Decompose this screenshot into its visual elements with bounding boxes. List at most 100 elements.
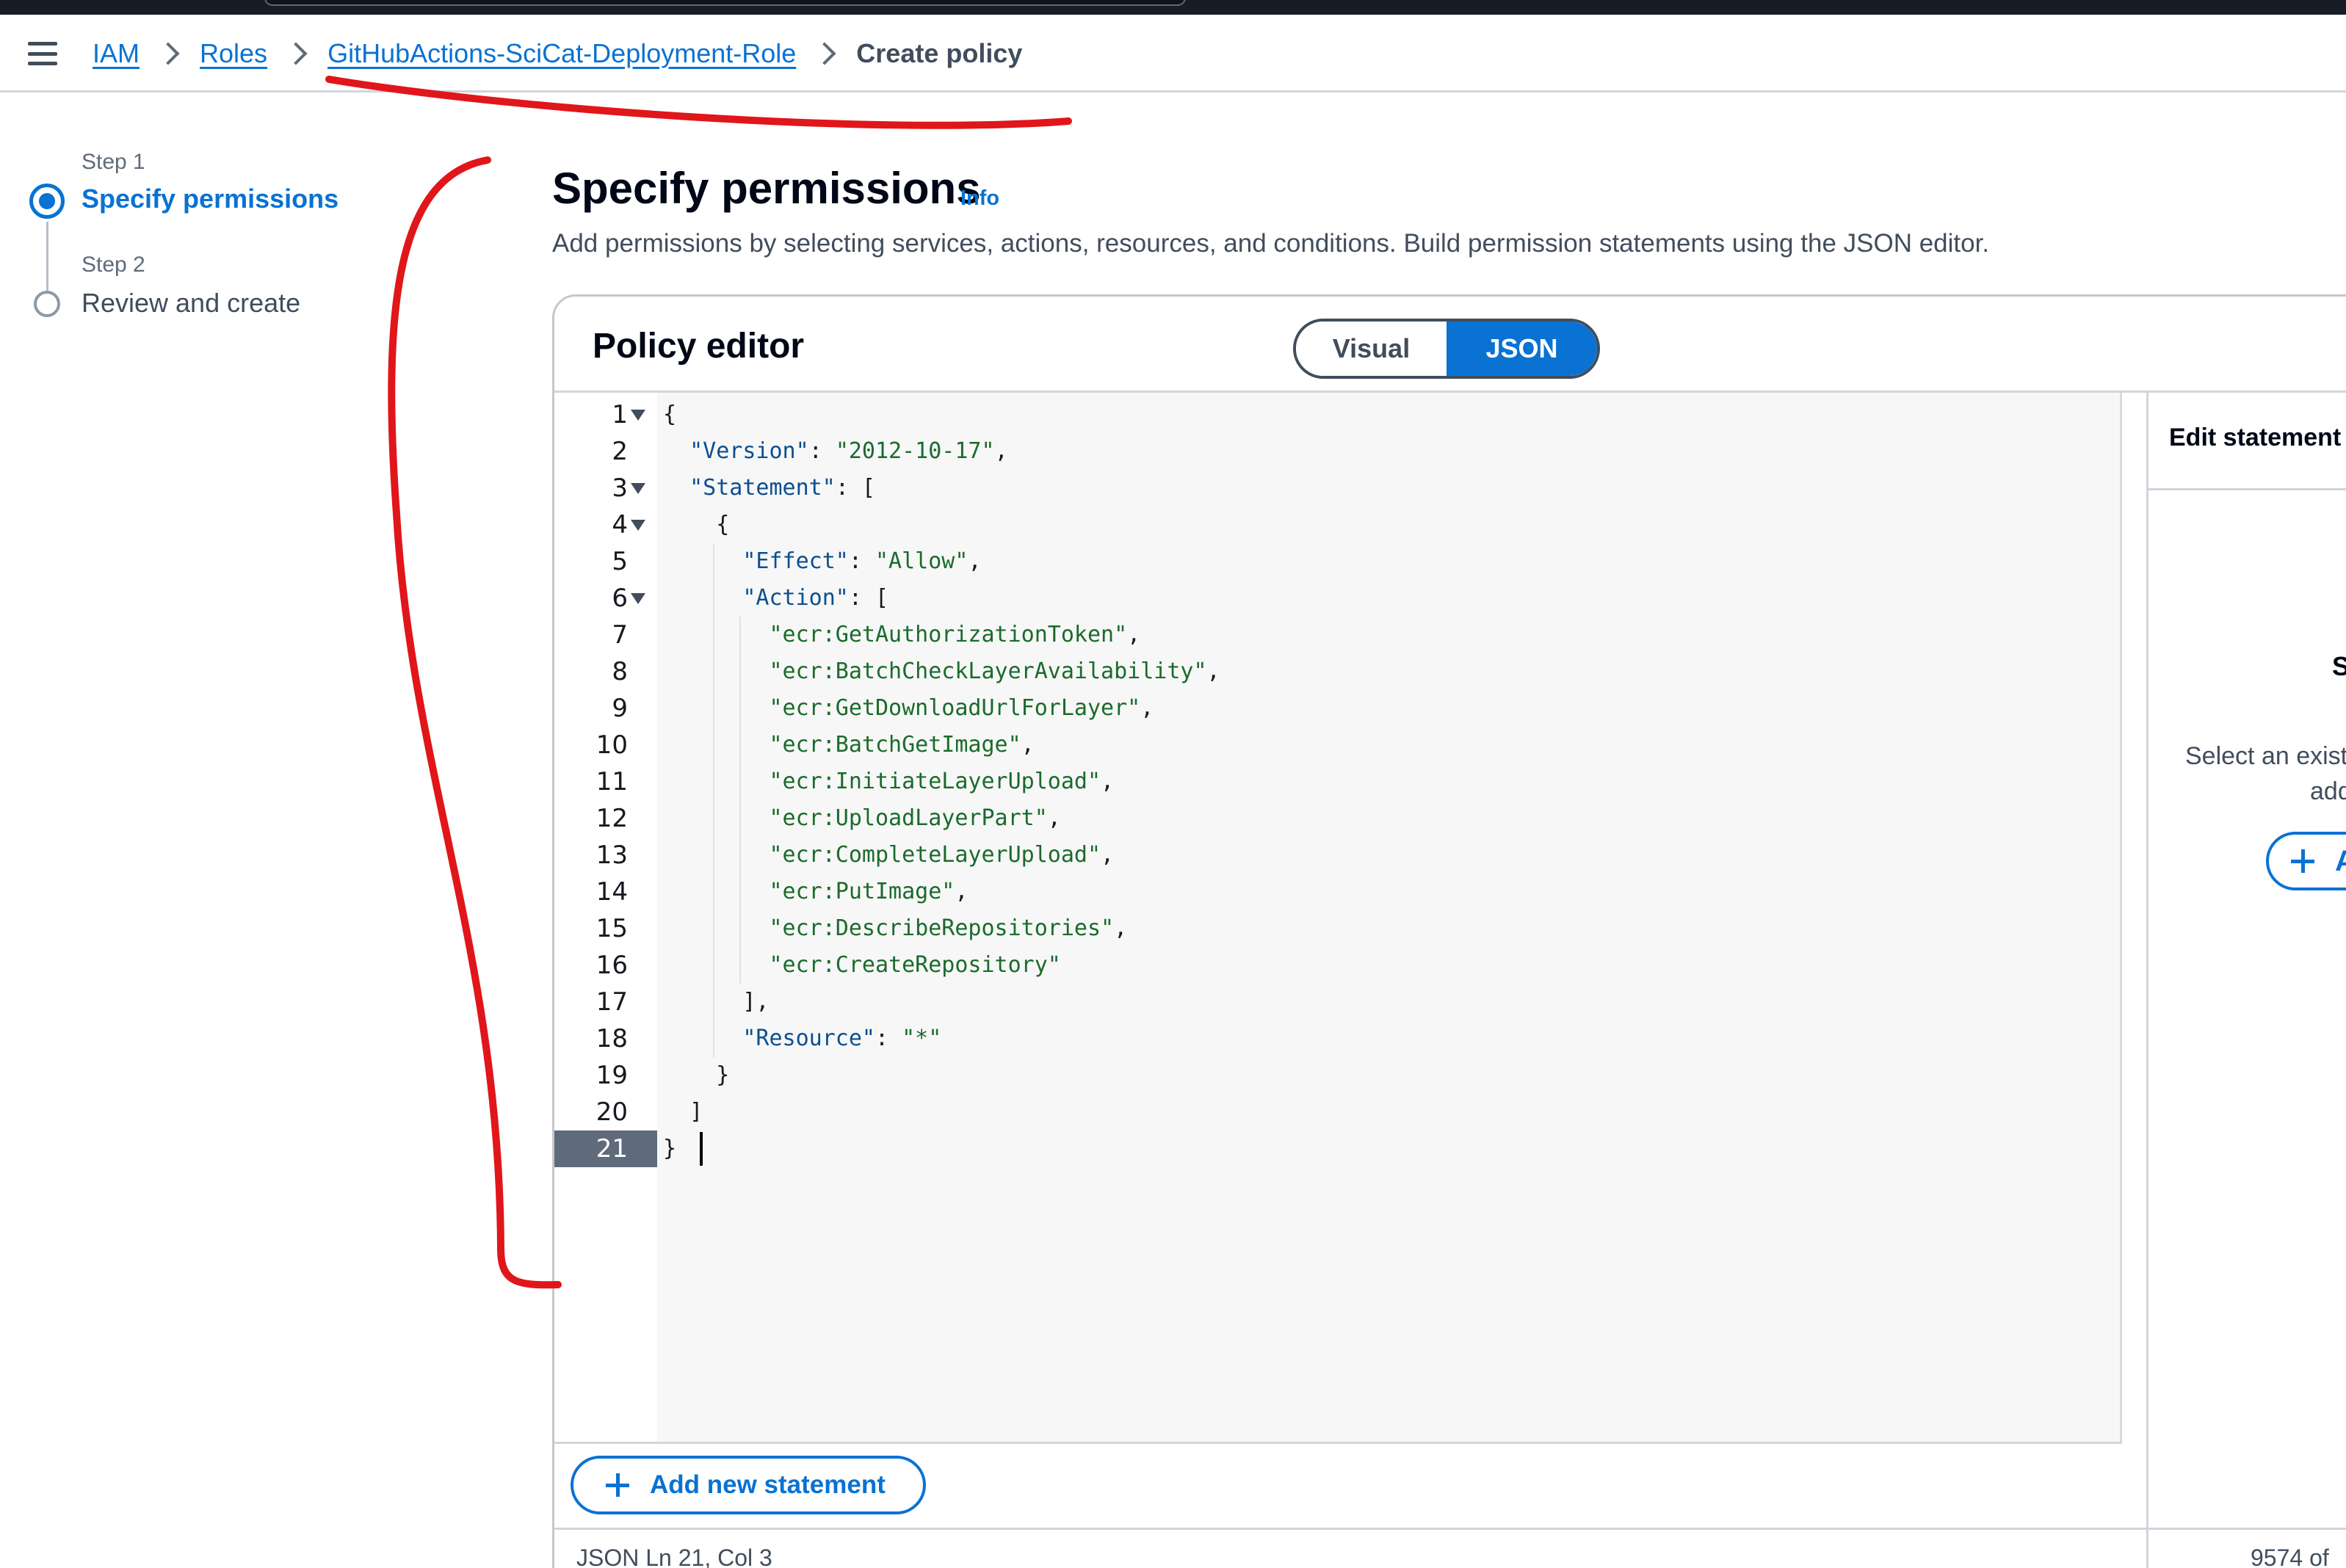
- chevron-right-icon: [156, 42, 180, 65]
- menu-icon[interactable]: [28, 42, 57, 65]
- editor-status: JSON Ln 21, Col 3: [576, 1545, 772, 1568]
- code-line: 20 ]: [554, 1094, 2118, 1130]
- indent-guide: [713, 543, 714, 1057]
- code-text: "ecr:GetAuthorizationToken",: [769, 622, 1141, 647]
- code-text: ],: [663, 989, 770, 1015]
- step-connector: [46, 222, 48, 292]
- divider: [2148, 488, 2346, 490]
- code-line: 6 "Action": [: [554, 580, 2118, 617]
- code-line: 7 "ecr:GetAuthorizationToken",: [554, 617, 2118, 653]
- code-line: 21}: [554, 1130, 2118, 1167]
- code-text: ]: [663, 1099, 703, 1125]
- info-link[interactable]: Info: [960, 186, 999, 211]
- code-line: 18 "Resource": "*": [554, 1020, 2118, 1057]
- code-text: "ecr:CreateRepository": [769, 952, 1061, 978]
- code-line: 4 {: [554, 507, 2118, 543]
- divider: [554, 1442, 2122, 1444]
- line-number: 5: [612, 547, 628, 576]
- code-text: "ecr:InitiateLayerUpload",: [769, 769, 1115, 794]
- code-text: "ecr:UploadLayerPart",: [769, 805, 1061, 831]
- add-new-statement-button[interactable]: Add new statement: [571, 1456, 926, 1514]
- editor-mode-toggle: Visual JSON: [1293, 319, 1600, 379]
- breadcrumb-iam[interactable]: IAM: [93, 38, 140, 69]
- mode-json-button[interactable]: JSON: [1447, 322, 1597, 376]
- line-number: 21: [554, 1130, 657, 1167]
- step-2-caption: Step 2: [82, 253, 145, 277]
- line-number: 18: [595, 1024, 628, 1053]
- code-text: "Effect": "Allow",: [742, 548, 982, 574]
- code-line: 3 "Statement": [: [554, 470, 2118, 507]
- code-line: 11 "ecr:InitiateLayerUpload",: [554, 763, 2118, 800]
- code-text: "ecr:PutImage",: [769, 879, 969, 904]
- global-search-box[interactable]: [264, 0, 1186, 6]
- indent-guide: [739, 617, 741, 984]
- line-number: 14: [595, 877, 628, 907]
- mode-visual-button[interactable]: Visual: [1296, 322, 1447, 376]
- add-new-statement-label: Add new statement: [650, 1470, 886, 1499]
- step-1-caption: Step 1: [82, 150, 145, 174]
- code-text: "ecr:BatchCheckLayerAvailability",: [769, 658, 1220, 684]
- text-cursor: [700, 1132, 703, 1166]
- code-line: 1{: [554, 396, 2118, 433]
- code-line: 8 "ecr:BatchCheckLayerAvailability",: [554, 653, 2118, 690]
- top-nav-bar: [0, 0, 2346, 15]
- code-text: "ecr:DescribeRepositories",: [769, 915, 1128, 941]
- step-1-label[interactable]: Specify permissions: [82, 184, 338, 214]
- code-line: 5 "Effect": "Allow",: [554, 543, 2118, 580]
- code-line: 17 ],: [554, 984, 2118, 1020]
- plus-icon: [2291, 849, 2314, 873]
- line-number: 6: [612, 584, 628, 613]
- code-text: "Action": [: [742, 585, 889, 611]
- line-number: 7: [612, 620, 628, 650]
- plus-icon: [606, 1473, 629, 1497]
- code-line: 16 "ecr:CreateRepository": [554, 947, 2118, 984]
- line-number: 16: [595, 951, 628, 980]
- line-number: 3: [612, 473, 628, 503]
- page-description: Add permissions by selecting services, a…: [552, 229, 1990, 258]
- side-panel-text: add: [2310, 777, 2346, 805]
- fold-arrow-icon[interactable]: [631, 593, 645, 604]
- code-text: {: [663, 512, 730, 537]
- line-number: 9: [612, 694, 628, 723]
- breadcrumb-roles[interactable]: Roles: [200, 38, 267, 69]
- code-text: "ecr:CompleteLayerUpload",: [769, 842, 1115, 868]
- line-number: 1: [612, 400, 628, 429]
- step-active-icon: [29, 184, 65, 219]
- code-line: 12 "ecr:UploadLayerPart",: [554, 800, 2118, 837]
- edit-statement-panel: Edit statement Se Select an exist add A: [2146, 393, 2346, 1568]
- code-text: }: [663, 1136, 677, 1161]
- policy-editor-title: Policy editor: [593, 327, 805, 366]
- side-panel-text: Select an exist: [2185, 742, 2346, 770]
- line-number: 19: [595, 1061, 628, 1090]
- line-number: 10: [595, 730, 628, 760]
- code-text: "Resource": "*": [742, 1026, 942, 1051]
- divider: [554, 1528, 2346, 1530]
- code-line: 2 "Version": "2012-10-17",: [554, 433, 2118, 470]
- line-number: 17: [595, 987, 628, 1017]
- code-text: "ecr:BatchGetImage",: [769, 732, 1035, 758]
- code-line: 15 "ecr:DescribeRepositories",: [554, 910, 2118, 947]
- breadcrumb: IAM Roles GitHubActions-SciCat-Deploymen…: [93, 35, 1022, 72]
- code-text: "ecr:GetDownloadUrlForLayer",: [769, 695, 1154, 721]
- editor-scrollbar[interactable]: [2120, 393, 2122, 1442]
- edit-statement-title: Edit statement: [2169, 424, 2342, 451]
- fold-arrow-icon[interactable]: [631, 410, 645, 421]
- code-line: 19 }: [554, 1057, 2118, 1094]
- code-line: 9 "ecr:GetDownloadUrlForLayer",: [554, 690, 2118, 727]
- code-line: 14 "ecr:PutImage",: [554, 874, 2118, 910]
- annotation-bracket: [388, 156, 562, 1289]
- step-2-label: Review and create: [82, 288, 301, 318]
- fold-arrow-icon[interactable]: [631, 520, 645, 531]
- code-text: "Statement": [: [689, 475, 875, 501]
- line-number: 11: [595, 767, 628, 796]
- side-panel-heading: Se: [2332, 651, 2346, 682]
- line-number: 2: [612, 437, 628, 466]
- fold-arrow-icon[interactable]: [631, 483, 645, 494]
- side-add-button[interactable]: A: [2266, 832, 2346, 890]
- breadcrumb-role-name[interactable]: GitHubActions-SciCat-Deployment-Role: [327, 38, 796, 69]
- character-count: 9574 of: [2251, 1545, 2329, 1568]
- code-line: 10 "ecr:BatchGetImage",: [554, 727, 2118, 763]
- side-add-button-label: A: [2335, 845, 2346, 878]
- breadcrumb-bar: IAM Roles GitHubActions-SciCat-Deploymen…: [0, 15, 2346, 92]
- chevron-right-icon: [813, 42, 836, 65]
